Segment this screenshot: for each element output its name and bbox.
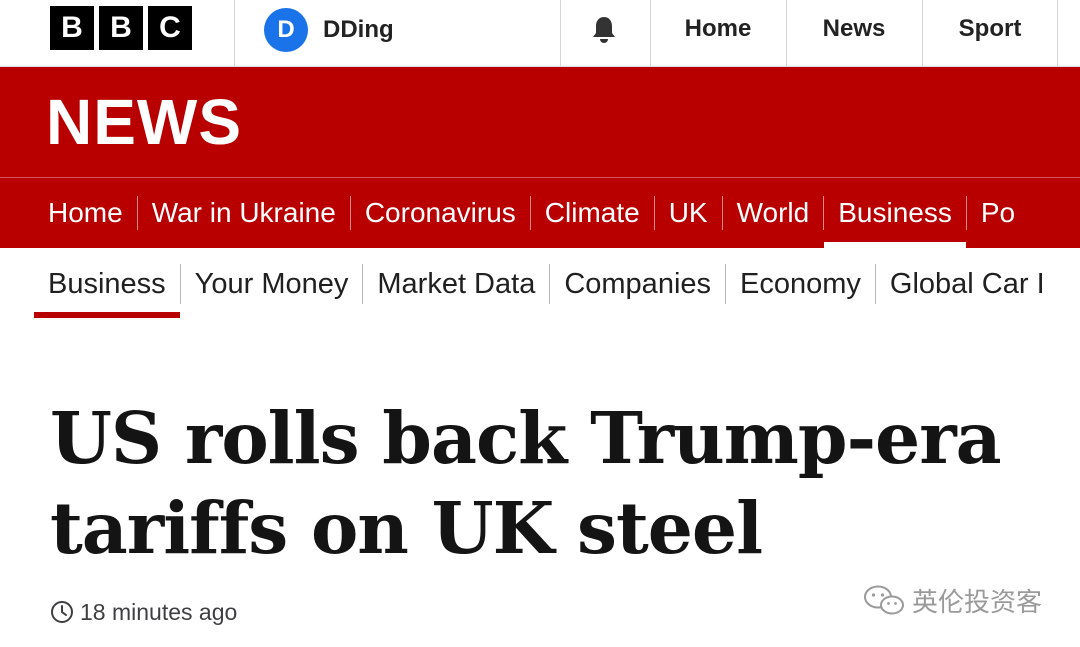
- section-nav-item-home[interactable]: Home: [48, 178, 123, 248]
- news-banner: NEWS: [0, 67, 1080, 177]
- sub-nav-item-economy[interactable]: Economy: [740, 248, 861, 320]
- topnav-news[interactable]: News: [787, 0, 921, 58]
- sub-nav-item-companies[interactable]: Companies: [564, 248, 711, 320]
- bbc-logo-letter: B: [50, 6, 94, 50]
- nav-separator: [362, 264, 364, 304]
- nav-separator: [653, 196, 655, 230]
- section-nav-item-business[interactable]: Business: [824, 178, 966, 248]
- sub-nav-item-market-data[interactable]: Market Data: [377, 248, 535, 320]
- bbc-logo[interactable]: B B C: [50, 6, 192, 50]
- bbc-logo-letter: C: [148, 6, 192, 50]
- divider: [560, 0, 561, 66]
- sub-nav-list: Business Your Money Market Data Companies Ec…: [34, 248, 1045, 320]
- wechat-icon: [864, 585, 904, 615]
- nav-separator: [349, 196, 351, 230]
- topnav-home[interactable]: Home: [651, 0, 785, 58]
- sub-nav-item-your-money[interactable]: Your Money: [195, 248, 349, 320]
- nav-separator: [136, 196, 138, 230]
- watermark-text: 英伦投资客: [912, 587, 1043, 618]
- headline-line: US rolls back Trump-era: [50, 396, 1002, 480]
- section-nav-list: Home War in Ukraine Coronavirus Climate UK Wo…: [48, 178, 1015, 248]
- account-name: DDing: [323, 16, 394, 43]
- account-button[interactable]: D DDing: [264, 8, 394, 52]
- section-nav-item-climate[interactable]: Climate: [545, 178, 640, 248]
- nav-separator: [529, 196, 531, 230]
- bell-icon: [593, 17, 615, 43]
- nav-separator: [721, 196, 723, 230]
- watermark: 英伦投资客: [862, 582, 1042, 618]
- timestamp-text: 18 minutes ago: [80, 598, 238, 625]
- section-nav-item-coronavirus[interactable]: Coronavirus: [365, 178, 516, 248]
- sub-nav-item-business[interactable]: Business: [34, 248, 180, 320]
- news-wordmark[interactable]: NEWS: [46, 85, 242, 159]
- nav-separator: [549, 264, 551, 304]
- article-timestamp: 18 minutes ago: [50, 596, 237, 628]
- top-bar: B B C D DDing Home News Sport: [0, 0, 1080, 67]
- bbc-logo-letter: B: [99, 6, 143, 50]
- section-nav-item-uk[interactable]: UK: [669, 178, 708, 248]
- topnav-sport[interactable]: Sport: [923, 0, 1057, 58]
- avatar: D: [264, 8, 308, 52]
- headline-line: tariffs on UK steel: [50, 486, 763, 570]
- sub-nav-item-global-car-i[interactable]: Global Car I: [890, 248, 1045, 320]
- divider: [1057, 0, 1058, 66]
- nav-separator: [965, 196, 967, 230]
- article-headline: US rolls back Trump-era tariffs on UK st…: [50, 393, 1060, 573]
- section-nav-item-war-in-ukraine[interactable]: War in Ukraine: [152, 178, 336, 248]
- section-nav-item-po[interactable]: Po: [981, 178, 1015, 248]
- nav-separator: [725, 264, 727, 304]
- clock-icon: [51, 601, 73, 623]
- notifications-button[interactable]: [580, 10, 628, 50]
- nav-separator: [179, 264, 181, 304]
- nav-separator: [874, 264, 876, 304]
- sub-nav: Business Your Money Market Data Companies Ec…: [0, 248, 1080, 320]
- nav-separator: [823, 196, 825, 230]
- section-nav-item-world[interactable]: World: [737, 178, 810, 248]
- section-nav: Home War in Ukraine Coronavirus Climate UK Wo…: [0, 178, 1080, 248]
- divider: [234, 0, 235, 66]
